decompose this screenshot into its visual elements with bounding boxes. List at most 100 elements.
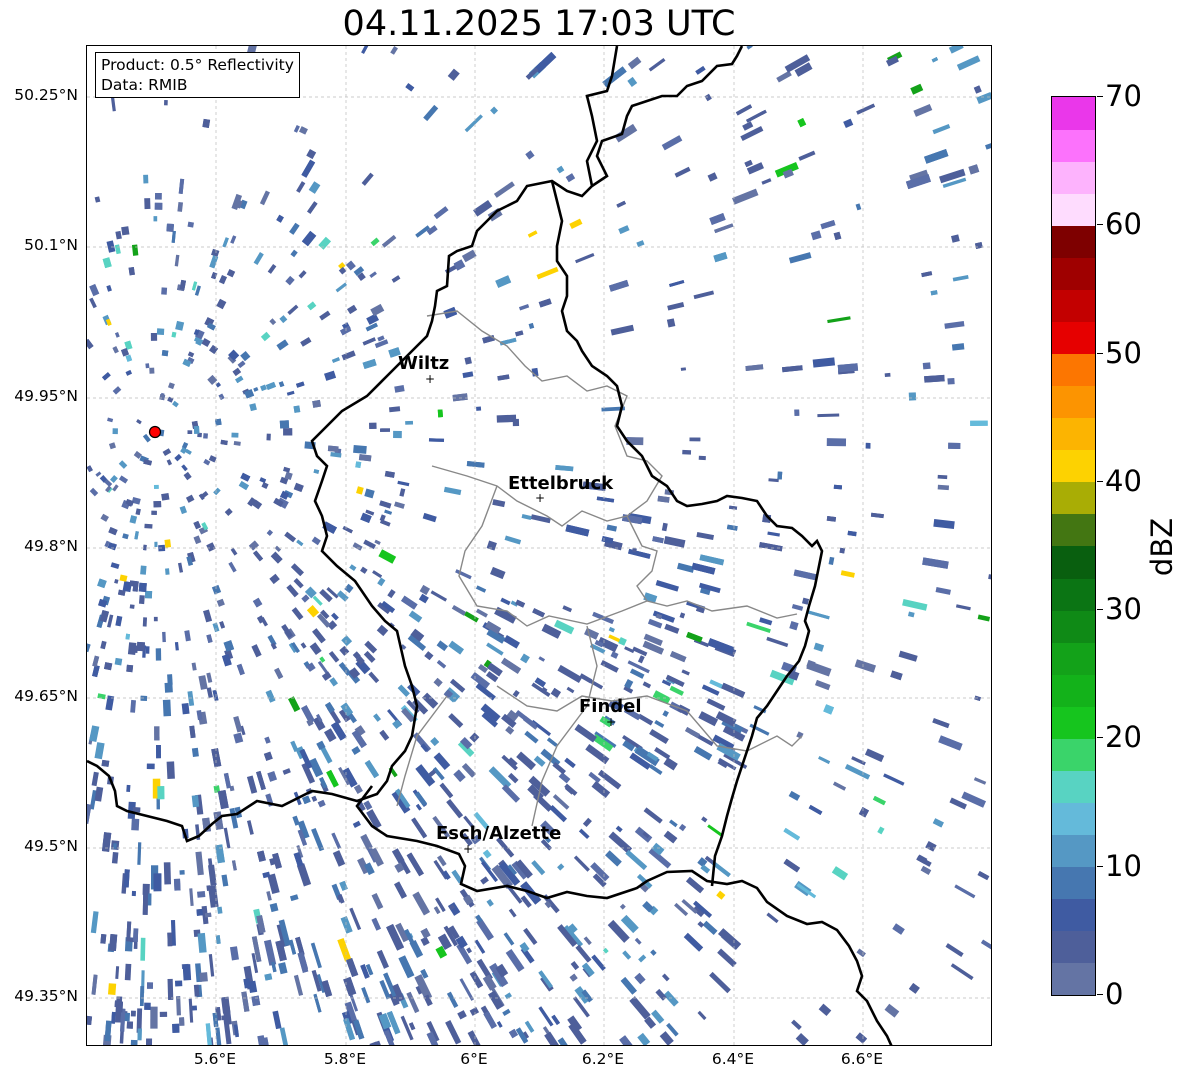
echo-cell [713, 251, 728, 263]
echo-cell [193, 520, 202, 530]
echo-cell [151, 510, 157, 515]
echo-cell [288, 939, 297, 955]
echo-cell [702, 920, 718, 935]
echo-cell [312, 628, 326, 644]
echo-cell [208, 953, 215, 977]
echo-cell [356, 486, 364, 495]
echo-cell [524, 1020, 535, 1033]
echo-cell [370, 237, 380, 247]
echo-cell [791, 1019, 802, 1031]
echo-cell [709, 971, 731, 994]
echo-cell [312, 595, 323, 606]
echo-cell [179, 505, 188, 515]
echo-cell [855, 1032, 868, 1044]
echo-cell [166, 761, 175, 779]
echo-cell [179, 1017, 185, 1026]
colorbar-segment [1052, 385, 1095, 419]
echo-cell [144, 590, 153, 599]
colorbar-segment [1052, 930, 1095, 964]
echo-cell [504, 535, 522, 545]
echo-cell [629, 996, 651, 1020]
echo-cell [480, 876, 489, 885]
echo-cell [693, 746, 713, 761]
echo-cell [515, 709, 537, 728]
echo-cell [240, 472, 251, 482]
echo-cell [637, 655, 645, 664]
lat-tick-label: 50.25°N [14, 86, 78, 104]
echo-cell [430, 590, 448, 602]
lat-tick-label: 49.35°N [14, 987, 78, 1005]
echo-cell [161, 492, 170, 501]
echo-cell [278, 381, 285, 388]
echo-cell [662, 710, 669, 717]
echo-cell [174, 980, 183, 987]
echo-cell [538, 1006, 554, 1027]
echo-cell [411, 817, 428, 839]
echo-cell [164, 100, 168, 106]
echo-cell [932, 718, 950, 729]
echo-cell [196, 709, 203, 721]
echo-cell [210, 271, 218, 280]
echo-cell [818, 756, 831, 765]
echo-cell [286, 584, 299, 598]
echo-cell [669, 819, 678, 828]
echo-cell [797, 117, 807, 128]
echo-cell [433, 906, 441, 915]
echo-cell [364, 488, 375, 499]
echo-cell [370, 303, 385, 317]
echo-cell [121, 226, 130, 236]
echo-cell [745, 364, 764, 372]
echo-cell [890, 670, 903, 681]
echo-cell [622, 950, 632, 960]
echo-cell [319, 776, 328, 789]
echo-cell [516, 751, 536, 771]
echo-cell [697, 921, 705, 928]
colorbar-segment [1052, 481, 1095, 515]
echo-cell [376, 624, 389, 637]
echo-cell [351, 746, 361, 755]
echo-cell [530, 514, 551, 524]
echo-cell [129, 604, 135, 609]
echo-cell [140, 565, 147, 575]
echo-cell [129, 580, 137, 587]
echo-cell [944, 321, 965, 329]
canton-boundaries [396, 310, 803, 827]
echo-cell [143, 544, 147, 551]
echo-cell [384, 509, 392, 515]
echo-cell [220, 439, 228, 446]
echo-cell [251, 644, 262, 658]
radar-map[interactable]: + Wiltz + Ettelbruck + Findel + Esch/Alzette [86, 45, 992, 1046]
echo-cell [981, 939, 991, 950]
echo-cell [331, 357, 340, 363]
echo-cell [856, 103, 876, 115]
echo-cell [977, 871, 990, 881]
echo-cell [339, 880, 348, 891]
echo-cell [266, 529, 273, 536]
echo-cell [947, 377, 955, 385]
echo-cell [469, 732, 480, 743]
echo-cell [230, 547, 238, 556]
echo-cell [558, 772, 571, 784]
echo-cell [695, 65, 706, 75]
echo-cell [844, 764, 871, 780]
echo-cell [523, 927, 538, 946]
echo-cell [663, 536, 686, 548]
echo-cell [260, 331, 271, 342]
echo-cell [197, 891, 206, 898]
echo-cell [364, 760, 380, 779]
echo-cell [839, 547, 845, 554]
echo-cell [269, 573, 280, 585]
colorbar-segment [1052, 962, 1095, 996]
echo-cell [557, 664, 583, 684]
echo-cell [406, 991, 420, 1014]
echo-cell [360, 566, 368, 574]
radar-site-dot[interactable] [148, 425, 162, 439]
echo-cell [276, 214, 284, 223]
echo-cell [288, 696, 301, 712]
echo-cell [352, 820, 361, 828]
echo-cell [954, 884, 976, 899]
echo-cell [269, 318, 277, 326]
echo-cell [663, 830, 678, 844]
echo-cell [131, 244, 139, 256]
echo-cell [307, 201, 318, 214]
